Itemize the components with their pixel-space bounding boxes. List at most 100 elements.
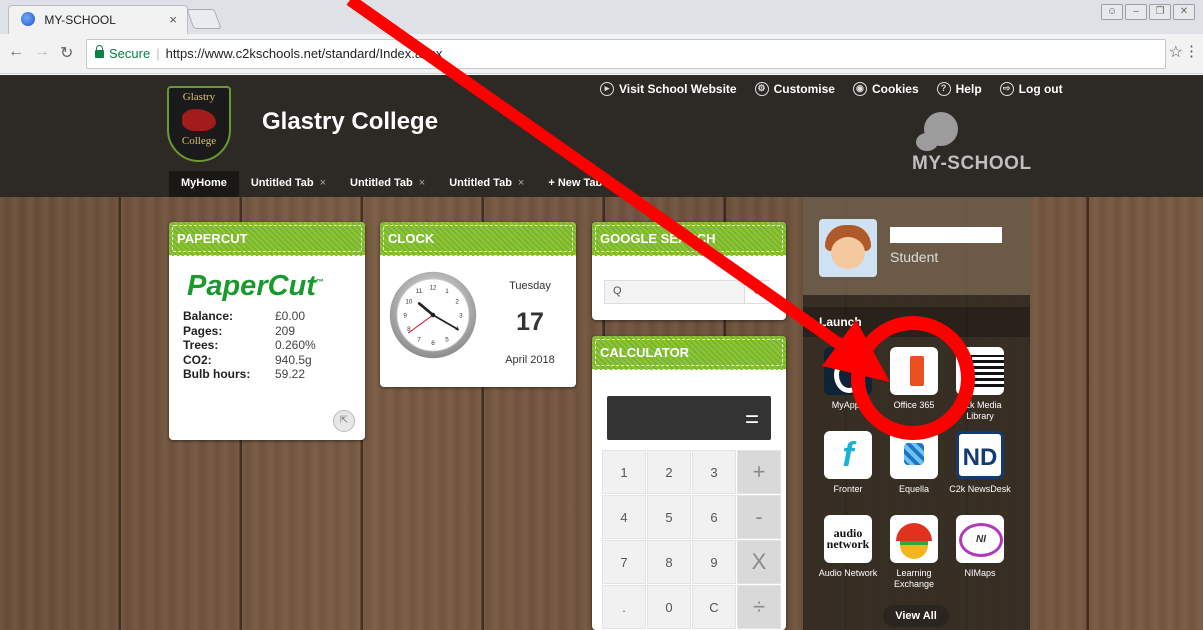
close-tab-icon[interactable]: × [518,177,524,189]
calc-key[interactable]: 4 [602,495,646,539]
app-tile-nimaps[interactable]: NI Maps [947,515,1013,593]
clock-numeral: 3 [459,312,463,319]
calc-key[interactable]: 0 [647,585,691,629]
browser-tab[interactable]: MY-SCHOOL × [8,5,188,34]
calc-key[interactable]: 8 [647,540,691,584]
calc-key[interactable]: 3 [692,450,736,494]
redacted-name [890,227,1002,243]
app-tile-newsdesk[interactable]: ND C2k NewsDesk [947,431,1013,509]
header-link-label: Cookies [871,82,919,96]
header-link-logout[interactable]: ⇨ Log out [999,82,1063,96]
page-tabs: MyHome Untitled Tab × Untitled Tab × Untitled… [169,171,614,197]
app-tile-office365[interactable]: Office 365 [881,347,947,425]
new-browser-tab-button[interactable] [186,9,222,29]
gear-icon: ⚙ [754,82,769,96]
app-label: NIMaps [964,568,996,578]
stat-label: Pages: [183,323,223,338]
calc-key[interactable]: 2 [647,450,691,494]
stat-row: Trees: 0.260% [183,338,365,353]
calc-key[interactable]: + [737,450,781,494]
calc-key[interactable]: 5 [647,495,691,539]
calc-key[interactable]: 1 [602,450,646,494]
clock-numeral: 5 [445,336,449,343]
app-label: MyApps [831,400,865,410]
url-text: https://www.c2kschools.net/standard/Inde… [165,46,443,61]
minimize-icon[interactable]: – [1125,4,1147,20]
clock-widget-title[interactable]: CLOCK [380,222,576,256]
user-profile-icon[interactable]: ☺ [1101,4,1123,20]
app-tile-myapps[interactable]: MyApps [815,347,881,425]
stat-label: Bulb hours: [183,367,251,381]
header-link-cookie[interactable]: ◉ Cookies [852,82,919,96]
page-tab[interactable]: Untitled Tab × [437,171,536,197]
calc-key[interactable]: - [737,495,781,539]
app-tile-learning-exchange[interactable]: Learning Exchange [881,515,947,593]
calc-key[interactable]: . [602,585,646,629]
url-separator: | [156,46,160,61]
papercut-logo-text: PaperCut [187,270,316,302]
app-label: Equella [898,484,930,494]
calc-key[interactable]: 6 [692,495,736,539]
nimaps-icon [956,515,1004,563]
stat-label: Trees: [183,338,219,352]
view-all-button[interactable]: View All [883,605,949,627]
header-link-globe[interactable]: ▸ Visit School Website [600,82,737,96]
date-day: Tuesday [509,280,551,292]
profile-header: Student [803,197,1030,295]
browser-menu-icon[interactable]: ⋮ [1184,42,1199,60]
header-link-label: Customise [773,82,835,96]
globe-icon: ▸ [600,82,614,96]
stat-label: Balance: [183,309,234,323]
myapps-icon [824,347,872,395]
restore-icon[interactable]: ❐ [1149,4,1171,20]
date-number: 17 [516,308,544,336]
equella-icon [890,431,938,479]
clock-numeral: 9 [403,312,407,319]
clock-numeral: 6 [431,340,435,347]
calc-key[interactable]: 9 [692,540,736,584]
analog-clock: 123456789101112 [389,271,477,359]
page-tab[interactable]: MyHome [169,171,239,197]
google-search-widget-title[interactable]: GOOGLE SEARCH [592,222,786,256]
app-tile-equella[interactable]: Equella [881,431,947,509]
page-tab-label: + New Tab [548,177,603,189]
header-link-help[interactable]: ? Help [936,82,982,96]
stat-row: CO2: 940.5g [183,353,365,368]
newsdesk-icon: ND [956,431,1004,479]
school-crest-logo: Glastry College [167,86,231,162]
calculator-widget-title[interactable]: CALCULATOR [592,336,786,370]
bookmark-star-icon[interactable]: ☆ [1169,42,1183,62]
papercut-widget-title[interactable]: PAPERCUT [169,222,365,256]
page-tab[interactable]: Untitled Tab × [239,171,338,197]
app-tile-audio-network[interactable]: audio network Audio Network [815,515,881,593]
stat-value: 0.260% [275,338,316,352]
app-tile-fronter[interactable]: f Fronter [815,431,881,509]
lock-icon [95,45,104,58]
page-tab[interactable]: Untitled Tab × [338,171,437,197]
stat-row: Pages: 209 [183,324,365,339]
header-link-gear[interactable]: ⚙ Customise [754,82,835,96]
reload-icon[interactable]: ↻ [60,43,73,63]
avatar[interactable] [819,219,877,277]
page-tab[interactable]: + New Tab [536,171,614,197]
close-tab-icon[interactable]: × [419,177,425,189]
calc-key[interactable]: X [737,540,781,584]
calc-key[interactable]: C [692,585,736,629]
stat-value: 59.22 [275,367,306,381]
app-tile-media-library[interactable]: C2k Media Library [947,347,1013,425]
window-controls: ☺ – ❐ ✕ [1101,4,1195,20]
expand-icon[interactable]: ⇱ [333,410,355,432]
close-tab-icon[interactable]: × [320,177,326,189]
close-tab-icon[interactable]: × [169,12,177,27]
url-input[interactable]: Secure | https://www.c2kschools.net/standa… [86,39,1166,69]
forward-arrow-icon[interactable]: → [34,43,50,61]
back-arrow-icon[interactable]: ← [8,43,24,61]
cookie-icon: ◉ [852,82,867,96]
google-search-button[interactable]: G [744,281,770,303]
clock-numeral: 1 [445,288,449,295]
calc-key[interactable]: 7 [602,540,646,584]
date-month-year: April 2018 [505,354,555,366]
calc-key[interactable]: ÷ [737,585,781,629]
logo-bubble-small-icon [916,133,938,151]
close-window-icon[interactable]: ✕ [1173,4,1195,20]
